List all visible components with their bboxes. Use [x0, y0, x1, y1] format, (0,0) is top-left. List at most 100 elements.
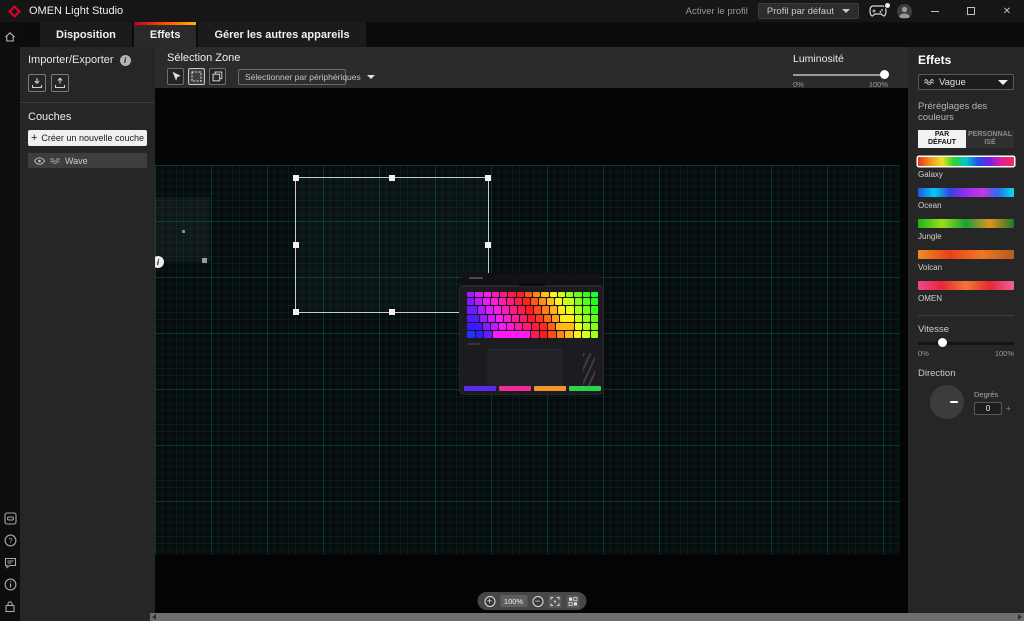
- minimize-button[interactable]: [922, 0, 948, 22]
- close-button[interactable]: ✕: [994, 0, 1020, 22]
- keyboard-key: [528, 315, 535, 322]
- brightness-slider-handle[interactable]: [880, 70, 889, 79]
- keyboard-key: [502, 306, 509, 313]
- lightbar-segment: [464, 386, 496, 391]
- layers-title: Couches: [28, 111, 147, 123]
- maximize-button[interactable]: [958, 0, 984, 22]
- keyboard-key: [467, 323, 482, 330]
- keyboard-key: [493, 331, 531, 338]
- selection-handle-nw[interactable]: [293, 175, 299, 181]
- pointer-tool-button[interactable]: [167, 68, 184, 85]
- zoom-level[interactable]: 100%: [500, 595, 527, 607]
- accessories-button[interactable]: [4, 512, 17, 525]
- preset-jungle[interactable]: Jungle: [918, 219, 1014, 241]
- preset-tab-default[interactable]: PAR DÉFAUT: [918, 130, 966, 148]
- keyboard-key: [552, 315, 559, 322]
- keyboard-key: [550, 292, 557, 297]
- degrees-input[interactable]: 0: [974, 402, 1002, 415]
- lighting-canvas[interactable]: i: [155, 88, 908, 613]
- speed-slider-handle[interactable]: [938, 338, 947, 347]
- activate-profile-label: Activer le profil: [686, 6, 748, 17]
- import-export-label: Importer/Exporter: [28, 54, 114, 66]
- preset-galaxy[interactable]: Galaxy: [918, 157, 1014, 179]
- preset-tab-custom[interactable]: PERSONNALISÉ: [966, 130, 1014, 148]
- keyboard-key: [515, 323, 522, 330]
- partial-device-zone[interactable]: i: [155, 197, 210, 262]
- preset-gradient-swatch[interactable]: [918, 188, 1014, 197]
- keyboard-key: [518, 306, 525, 313]
- help-button[interactable]: ?: [4, 534, 17, 547]
- selection-handle-ne[interactable]: [485, 175, 491, 181]
- keyboard-key: [484, 292, 491, 297]
- device-resize-handle[interactable]: [202, 258, 207, 263]
- import-export-info-icon[interactable]: i: [120, 55, 131, 66]
- preset-omen[interactable]: OMEN: [918, 281, 1014, 303]
- lock-button[interactable]: [4, 600, 17, 613]
- keyboard-key: [483, 323, 490, 330]
- selection-handle-sw[interactable]: [293, 309, 299, 315]
- preset-gradient-swatch[interactable]: [918, 281, 1014, 290]
- selection-handle-e[interactable]: [485, 242, 491, 248]
- direction-dial-indicator[interactable]: [950, 401, 958, 403]
- create-layer-button[interactable]: + Créer un nouvelle couche: [28, 130, 147, 146]
- feedback-button[interactable]: [4, 556, 17, 569]
- keyboard-key: [467, 298, 474, 305]
- horizontal-scrollbar[interactable]: [150, 613, 1024, 621]
- keyboard-key: [548, 331, 556, 338]
- selection-handle-s[interactable]: [389, 309, 395, 315]
- app-title: OMEN Light Studio: [29, 5, 123, 17]
- zoom-in-button[interactable]: +: [484, 596, 495, 607]
- preset-volcan[interactable]: Volcan: [918, 250, 1014, 272]
- layer-item-wave[interactable]: Wave: [28, 153, 147, 168]
- keyboard-key: [563, 298, 574, 305]
- fit-view-button[interactable]: [548, 595, 561, 608]
- degrees-stepper[interactable]: +: [1006, 404, 1011, 413]
- tab-effets[interactable]: Effets: [134, 22, 197, 47]
- direction-dial[interactable]: [930, 385, 964, 419]
- visibility-eye-icon[interactable]: [34, 157, 45, 165]
- keyboard-key: [591, 323, 598, 330]
- export-button[interactable]: [51, 74, 69, 92]
- tab-gerer-autres-appareils[interactable]: Gérer les autres appareils: [198, 22, 365, 47]
- scroll-right-arrow-icon[interactable]: [1018, 614, 1022, 620]
- import-export-panel: Importer/Exporter i Couches + Créer un n…: [20, 47, 155, 621]
- keyboard-key: [491, 298, 498, 305]
- speed-slider[interactable]: [918, 342, 1014, 345]
- keyboard-key: [467, 315, 479, 322]
- selection-handle-n[interactable]: [389, 175, 395, 181]
- selection-handle-w[interactable]: [293, 242, 299, 248]
- home-button[interactable]: [4, 30, 17, 43]
- keyboard-key: [525, 292, 532, 297]
- keyboard-key: [467, 292, 474, 297]
- marquee-select-tool-button[interactable]: [188, 68, 205, 85]
- zoom-out-button[interactable]: −: [532, 596, 543, 607]
- preset-ocean[interactable]: Ocean: [918, 188, 1014, 210]
- keyboard-key: [575, 323, 582, 330]
- user-avatar[interactable]: [897, 4, 912, 19]
- scroll-left-arrow-icon[interactable]: [152, 614, 156, 620]
- keyboard-key: [540, 331, 548, 338]
- keyboard-key: [533, 292, 540, 297]
- actual-size-button[interactable]: [566, 595, 579, 608]
- selection-rectangle[interactable]: [295, 177, 489, 313]
- brightness-label: Luminosité: [793, 53, 888, 65]
- preset-gradient-swatch[interactable]: [918, 250, 1014, 259]
- keyboard-key: [478, 306, 485, 313]
- preset-gradient-swatch[interactable]: [918, 157, 1014, 166]
- wave-effect-icon: [924, 79, 934, 85]
- keyboard-key: [540, 323, 547, 330]
- keyboard-device[interactable]: [459, 273, 604, 395]
- preset-gradient-swatch[interactable]: [918, 219, 1014, 228]
- select-by-device-dropdown[interactable]: Sélectionner par périphériques: [238, 69, 346, 85]
- duplicate-tool-button[interactable]: [209, 68, 226, 85]
- game-controller-button[interactable]: [869, 5, 887, 17]
- laptop-body: [459, 286, 604, 395]
- brightness-slider[interactable]: [793, 74, 888, 76]
- tab-disposition[interactable]: Disposition: [40, 22, 132, 47]
- import-button[interactable]: [28, 74, 46, 92]
- info-button[interactable]: [4, 578, 17, 591]
- selection-zone-title: Sélection Zone: [167, 52, 346, 64]
- profile-dropdown[interactable]: Profil par défaut: [758, 3, 859, 19]
- degrees-label: Degrés: [974, 390, 1011, 399]
- effect-dropdown[interactable]: Vague: [918, 74, 1014, 90]
